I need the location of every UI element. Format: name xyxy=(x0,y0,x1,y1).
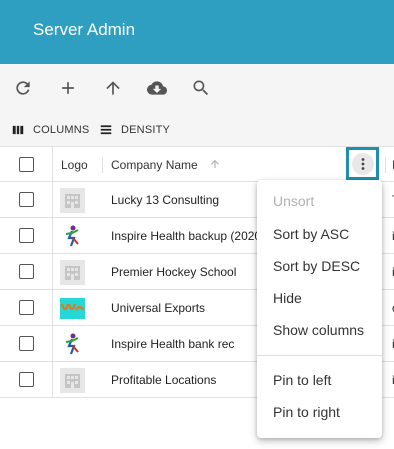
column-header-logo[interactable]: Logo xyxy=(61,158,88,172)
upload-icon[interactable] xyxy=(101,76,125,100)
company-name-cell: Lucky 13 Consulting xyxy=(111,193,220,207)
menu-item-pin-right[interactable]: Pin to right xyxy=(273,404,340,420)
select-all-checkbox[interactable] xyxy=(19,157,34,172)
menu-item-hide[interactable]: Hide xyxy=(273,290,302,306)
column-separator xyxy=(52,147,53,183)
row-checkbox[interactable] xyxy=(19,300,34,315)
columns-icon xyxy=(12,125,24,135)
row-divider xyxy=(52,218,53,254)
density-icon xyxy=(100,125,112,135)
inspire-health-logo-icon xyxy=(65,333,79,355)
column-separator[interactable] xyxy=(102,157,103,173)
row-divider xyxy=(52,290,53,326)
universal-exports-logo-icon xyxy=(60,298,85,319)
row-divider xyxy=(52,254,53,290)
row-checkbox[interactable] xyxy=(19,336,34,351)
app-title: Server Admin xyxy=(33,20,136,39)
company-name-cell: Profitable Locations xyxy=(111,373,217,387)
columns-button[interactable]: COLUMNS xyxy=(11,122,89,138)
main-toolbar xyxy=(0,64,394,112)
menu-item-pin-left[interactable]: Pin to left xyxy=(273,372,331,388)
inspire-health-logo-icon xyxy=(65,225,79,247)
column-menu: Unsort Sort by ASC Sort by DESC Hide Sho… xyxy=(257,180,382,438)
refresh-icon[interactable] xyxy=(11,76,35,100)
density-label: DENSITY xyxy=(121,124,171,136)
column-separator[interactable] xyxy=(385,157,386,173)
menu-item-sort-desc[interactable]: Sort by DESC xyxy=(273,258,360,274)
search-icon[interactable] xyxy=(189,76,213,100)
row-checkbox[interactable] xyxy=(19,192,34,207)
menu-item-unsort: Unsort xyxy=(273,193,315,209)
building-placeholder-icon xyxy=(60,260,85,285)
row-divider xyxy=(52,182,53,218)
building-placeholder-icon xyxy=(60,368,85,393)
column-menu-button[interactable] xyxy=(346,147,379,180)
company-name-cell: Premier Hockey School xyxy=(111,265,237,279)
app-bar: Server Admin xyxy=(0,0,394,64)
menu-divider xyxy=(257,355,382,356)
more-vert-icon xyxy=(351,152,374,175)
columns-label: COLUMNS xyxy=(33,124,90,136)
row-checkbox[interactable] xyxy=(19,228,34,243)
row-checkbox[interactable] xyxy=(19,372,34,387)
row-divider xyxy=(52,326,53,362)
row-checkbox[interactable] xyxy=(19,264,34,279)
density-button[interactable]: DENSITY xyxy=(99,122,170,138)
grid-toolbar: COLUMNS DENSITY xyxy=(0,112,394,146)
menu-item-show-columns[interactable]: Show columns xyxy=(273,322,364,338)
column-header-company-name[interactable]: Company Name xyxy=(111,158,198,172)
add-icon[interactable] xyxy=(56,76,80,100)
company-name-cell: Inspire Health backup (2020 xyxy=(111,229,261,243)
row-divider xyxy=(52,362,53,398)
company-name-cell: Inspire Health bank rec xyxy=(111,337,235,351)
building-placeholder-icon xyxy=(60,188,85,213)
menu-item-sort-asc[interactable]: Sort by ASC xyxy=(273,226,349,242)
grid-header: Logo Company Name I xyxy=(0,146,394,183)
sort-arrow-up-icon[interactable] xyxy=(209,158,221,170)
cloud-download-icon[interactable] xyxy=(145,76,169,100)
company-name-cell: Universal Exports xyxy=(111,301,206,315)
